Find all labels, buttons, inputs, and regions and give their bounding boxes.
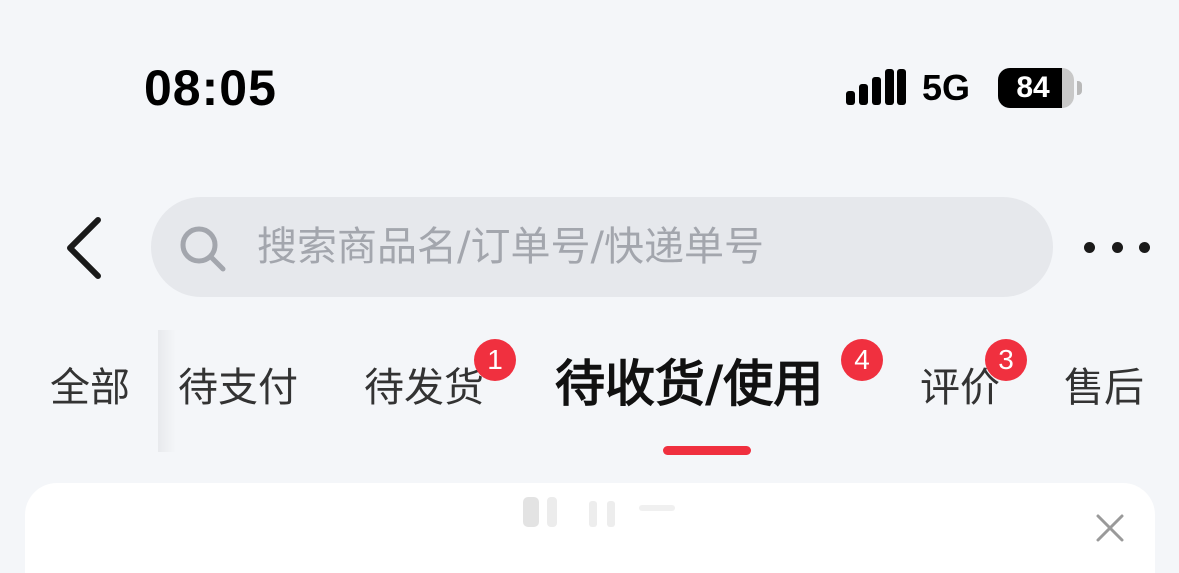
status-time: 08:05 (144, 60, 277, 116)
tab-badge-review: 3 (985, 339, 1027, 381)
more-dots-icon (1084, 241, 1095, 253)
signal-bars-icon (846, 69, 906, 105)
back-button[interactable] (56, 212, 116, 284)
chevron-left-icon (67, 217, 101, 279)
search-icon (180, 226, 226, 272)
loading-bars-icon (523, 497, 675, 527)
tab-badge-pending-shipment: 1 (474, 339, 516, 381)
tab-pending-shipment[interactable]: 待发货 (364, 350, 484, 426)
tab-divider (158, 330, 176, 452)
search-bar[interactable] (151, 197, 1053, 297)
order-card (25, 483, 1155, 573)
network-type: 5G (922, 67, 971, 108)
tab-pending-payment[interactable]: 待支付 (178, 350, 298, 426)
battery-indicator: 84 (998, 68, 1084, 108)
more-button[interactable] (1084, 232, 1150, 262)
active-tab-indicator (663, 446, 751, 455)
more-dots-icon (1139, 241, 1150, 253)
tab-all[interactable]: 全部 (50, 350, 130, 426)
battery-level: 84 (1016, 71, 1050, 104)
tab-after-sales[interactable]: 售后 (1064, 350, 1144, 426)
battery-tip (1077, 81, 1082, 95)
more-dots-icon (1111, 241, 1123, 253)
tab-badge-pending-receipt: 4 (841, 339, 883, 381)
battery-body: 84 (998, 68, 1074, 108)
tab-pending-receipt[interactable]: 待收货/使用 (555, 346, 823, 422)
close-icon[interactable] (1095, 513, 1125, 543)
search-input[interactable] (257, 197, 1017, 297)
